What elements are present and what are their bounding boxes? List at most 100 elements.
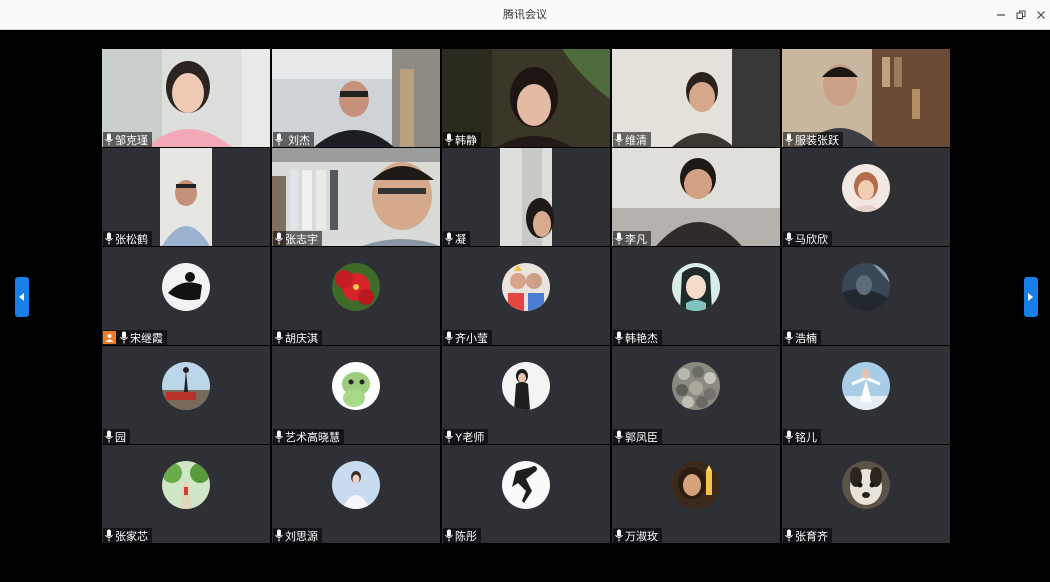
participant-label: 韩静 (443, 132, 481, 147)
participant-tile[interactable]: 艺术高晓慧 (272, 346, 440, 444)
avatar (672, 263, 720, 311)
close-icon (1037, 11, 1045, 19)
participant-name: 艺术高晓慧 (285, 431, 340, 444)
participant-tile[interactable]: 马欣欣 (782, 148, 950, 246)
participant-tile[interactable]: 郭凤臣 (612, 346, 780, 444)
participant-name: 胡庆淇 (285, 332, 318, 345)
participant-label: 陈彤 (443, 528, 481, 543)
participant-tile[interactable]: 维清 (612, 49, 780, 147)
microphone-icon (615, 529, 623, 542)
avatar (502, 461, 550, 509)
participant-tile[interactable]: 李凡 (612, 148, 780, 246)
participant-name: 韩艳杰 (625, 332, 658, 345)
participant-tile[interactable]: 万淑玫 (612, 445, 780, 543)
participant-name: 陈彤 (455, 530, 477, 543)
participant-label: 张志宇 (273, 231, 322, 246)
participant-tile[interactable]: 园 (102, 346, 270, 444)
participant-name: 马欣欣 (795, 233, 828, 246)
participant-name: 万淑玫 (625, 530, 658, 543)
participant-tile[interactable]: 铭儿 (782, 346, 950, 444)
microphone-icon (445, 430, 453, 443)
participant-label: 张松鹤 (103, 231, 152, 246)
minimize-button[interactable] (992, 5, 1010, 25)
restore-button[interactable] (1012, 5, 1030, 25)
participant-tile[interactable]: 张育齐 (782, 445, 950, 543)
participant-tile[interactable]: 宋继霞 (102, 247, 270, 345)
participant-label: 张家芯 (103, 528, 152, 543)
participant-name: 铭儿 (795, 431, 817, 444)
microphone-icon (785, 331, 793, 344)
participant-label: 刘杰 (273, 132, 315, 147)
participant-tile[interactable]: 张家芯 (102, 445, 270, 543)
participant-label: 韩艳杰 (613, 330, 662, 345)
participant-name: 韩静 (455, 134, 477, 147)
microphone-icon (445, 331, 453, 344)
participant-tile[interactable]: 刘思源 (272, 445, 440, 543)
microphone-icon (615, 232, 623, 245)
prev-page-button[interactable] (15, 277, 29, 317)
close-button[interactable] (1032, 5, 1050, 25)
title-bar: 腾讯会议 (0, 0, 1050, 30)
participant-label: 服装张跃 (783, 132, 843, 147)
participant-label: 宋继霞 (103, 330, 167, 345)
participant-tile[interactable]: 浩楠 (782, 247, 950, 345)
participant-tile[interactable]: 张志宇 (272, 148, 440, 246)
participant-tile[interactable]: 邹克瑾 (102, 49, 270, 147)
participant-tile[interactable]: 陈彤 (442, 445, 610, 543)
avatar (502, 263, 550, 311)
microphone-icon (445, 133, 453, 146)
avatar (162, 263, 210, 311)
avatar (842, 461, 890, 509)
chevron-right-icon (1028, 293, 1033, 301)
participant-label: 刘思源 (273, 528, 322, 543)
participant-name: 浩楠 (795, 332, 817, 345)
participant-name: 邹克瑾 (115, 134, 148, 147)
participant-name: 郭凤臣 (625, 431, 658, 444)
participant-tile[interactable]: 刘杰 (272, 49, 440, 147)
microphone-icon (445, 232, 453, 245)
microphone-icon (120, 331, 128, 344)
microphone-icon (785, 529, 793, 542)
meeting-stage: 邹克瑾 刘杰 韩静 维清 服装张跃 张松鹤 张志宇 凝 李凡 马欣欣 宋继霞 胡… (0, 30, 1050, 582)
participant-label: 浩楠 (783, 330, 821, 345)
participant-tile[interactable]: 凝 (442, 148, 610, 246)
avatar (672, 362, 720, 410)
participant-label: 胡庆淇 (273, 330, 322, 345)
participant-name: 张家芯 (115, 530, 148, 543)
window-title: 腾讯会议 (503, 9, 547, 21)
participant-name: 服装张跃 (795, 134, 839, 147)
microphone-icon (615, 430, 623, 443)
microphone-icon (445, 529, 453, 542)
participant-name: 张松鹤 (115, 233, 148, 246)
participant-label: 维清 (613, 132, 651, 147)
participant-label: 李凡 (613, 231, 651, 246)
microphone-icon (785, 133, 793, 146)
participant-tile[interactable]: Y老师 (442, 346, 610, 444)
microphone-icon (785, 232, 793, 245)
avatar (842, 164, 890, 212)
participant-grid: 邹克瑾 刘杰 韩静 维清 服装张跃 张松鹤 张志宇 凝 李凡 马欣欣 宋继霞 胡… (102, 49, 952, 545)
avatar (332, 362, 380, 410)
participant-label: 齐小莹 (443, 330, 492, 345)
participant-name: 园 (115, 431, 126, 444)
host-icon (103, 331, 116, 344)
participant-tile[interactable]: 齐小莹 (442, 247, 610, 345)
participant-tile[interactable]: 胡庆淇 (272, 247, 440, 345)
participant-tile[interactable]: 张松鹤 (102, 148, 270, 246)
participant-label: 艺术高晓慧 (273, 429, 344, 444)
participant-tile[interactable]: 韩艳杰 (612, 247, 780, 345)
microphone-icon (785, 430, 793, 443)
participant-tile-active-speaker[interactable]: 韩静 (442, 49, 610, 147)
participant-tile[interactable]: 服装张跃 (782, 49, 950, 147)
participant-name: 刘杰 (285, 134, 311, 147)
avatar (332, 461, 380, 509)
participant-label: 张育齐 (783, 528, 832, 543)
participant-name: 张志宇 (285, 233, 318, 246)
avatar (842, 362, 890, 410)
microphone-icon (105, 529, 113, 542)
participant-name: 张育齐 (795, 530, 828, 543)
avatar (162, 461, 210, 509)
next-page-button[interactable] (1024, 277, 1038, 317)
microphone-icon (275, 430, 283, 443)
participant-label: 马欣欣 (783, 231, 832, 246)
